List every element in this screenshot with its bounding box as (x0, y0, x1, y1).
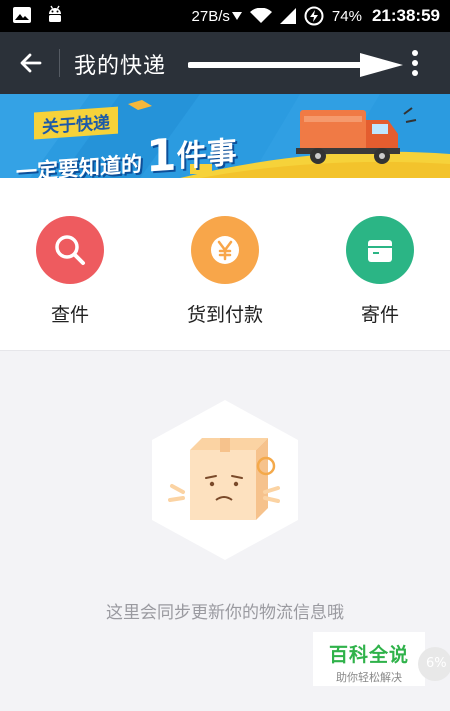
quick-actions: 查件 货到付款 寄件 (0, 178, 450, 351)
send-icon-circle (346, 216, 414, 284)
battery-icon (304, 6, 324, 26)
send-parcel-label: 寄件 (360, 304, 399, 326)
android-icon (49, 5, 61, 22)
send-parcel-button[interactable]: 寄件 (320, 216, 440, 327)
battery-percent: 74% (331, 7, 362, 25)
image-icon (13, 7, 31, 23)
progress-badge-text: 6% (426, 656, 447, 671)
query-icon-circle (36, 216, 104, 284)
watermark: 百科全说 助你轻松解决 (313, 632, 425, 686)
network-speed: 27B/s (191, 7, 230, 25)
app-bar: 我的快递 (0, 32, 450, 94)
query-parcel-label: 查件 (50, 304, 89, 326)
signal-icon (279, 8, 296, 24)
page-title: 我的快递 (74, 54, 167, 79)
promo-banner[interactable]: 关于快递 一定要知道的 1 件事 (0, 94, 450, 178)
query-parcel-button[interactable]: 查件 (10, 216, 130, 327)
yuan-icon (211, 236, 239, 264)
wifi-icon (249, 8, 272, 23)
cod-icon-circle (191, 216, 259, 284)
status-bar: 27B/s 74% 21:38:59 (0, 0, 450, 32)
sad-box-icon (152, 400, 298, 560)
download-icon (231, 12, 242, 20)
cash-on-delivery-label: 货到付款 (186, 304, 263, 326)
package-icon (368, 240, 392, 262)
arrow-left-icon[interactable] (14, 46, 48, 80)
banner-line1: 关于快递 (34, 106, 118, 140)
watermark-subtitle: 助你轻松解决 (336, 671, 402, 684)
annotation-arrow (188, 53, 403, 77)
watermark-title: 百科全说 (328, 644, 409, 666)
banner-line2: 一定要知道的 (16, 151, 142, 178)
banner-big-char: 1 (146, 129, 177, 178)
app-bar-divider (59, 49, 60, 77)
banner-line3: 件事 (176, 135, 237, 175)
clock: 21:38:59 (371, 6, 440, 25)
more-vertical-icon[interactable] (402, 46, 428, 80)
progress-badge: 6% (418, 647, 450, 681)
empty-state-message: 这里会同步更新你的物流信息哦 (106, 603, 344, 623)
search-icon (55, 235, 85, 265)
cash-on-delivery-button[interactable]: 货到付款 (165, 216, 285, 327)
